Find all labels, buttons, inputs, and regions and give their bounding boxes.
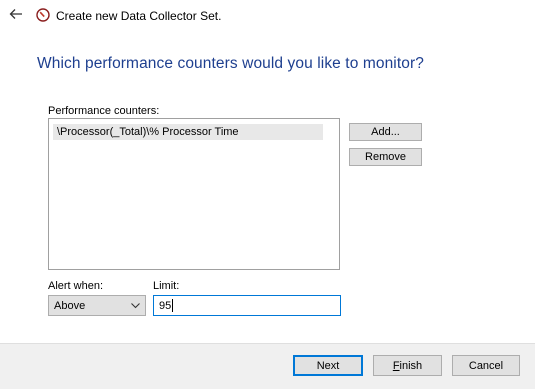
finish-label-rest: inish bbox=[399, 359, 423, 372]
text-caret bbox=[172, 299, 174, 312]
list-item[interactable]: \Processor(_Total)\% Processor Time bbox=[53, 124, 323, 140]
chevron-down-icon bbox=[130, 300, 141, 311]
limit-value: 95 bbox=[159, 299, 172, 312]
alert-when-label: Alert when: bbox=[48, 280, 104, 292]
back-arrow-icon[interactable] bbox=[8, 6, 24, 22]
add-button[interactable]: Add... bbox=[349, 123, 422, 141]
limit-input[interactable]: 95 bbox=[153, 295, 341, 316]
limit-label: Limit: bbox=[153, 280, 180, 292]
alert-when-select[interactable]: Above bbox=[48, 295, 146, 316]
page-heading: Which performance counters would you lik… bbox=[37, 55, 424, 72]
window-title: Create new Data Collector Set. bbox=[56, 9, 222, 23]
finish-button[interactable]: Finish bbox=[373, 355, 442, 376]
performance-counters-label: Performance counters: bbox=[48, 105, 160, 117]
finish-mnemonic: F bbox=[392, 359, 400, 372]
next-button[interactable]: Next bbox=[293, 355, 363, 376]
cancel-button[interactable]: Cancel bbox=[452, 355, 520, 376]
performance-counters-list[interactable]: \Processor(_Total)\% Processor Time bbox=[48, 118, 340, 270]
data-collector-icon bbox=[36, 8, 50, 22]
alert-when-value: Above bbox=[54, 299, 86, 312]
remove-button[interactable]: Remove bbox=[349, 148, 422, 166]
